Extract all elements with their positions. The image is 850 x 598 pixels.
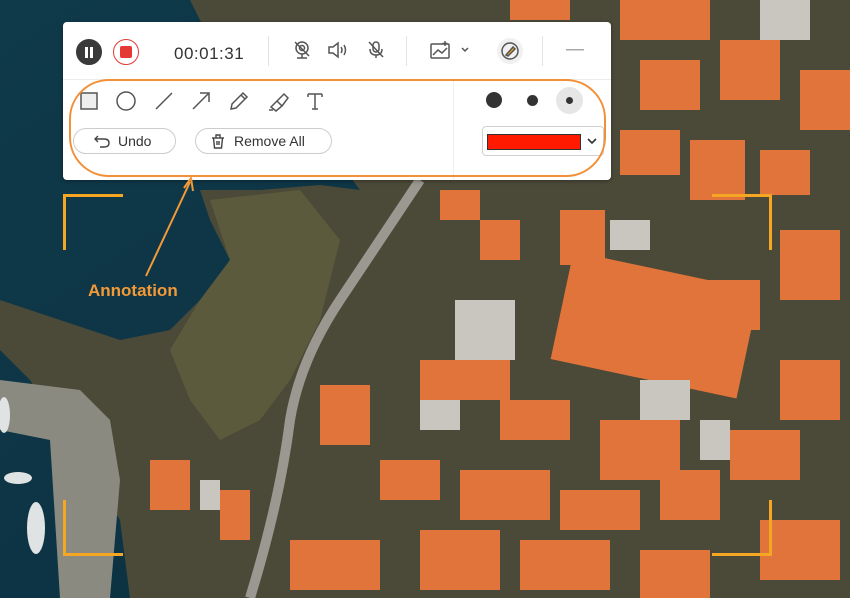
speaker-icon <box>328 41 347 59</box>
annotation-highlight-ring <box>69 79 606 177</box>
minimize-button[interactable] <box>563 39 587 61</box>
divider <box>542 36 543 66</box>
stop-button[interactable] <box>113 39 139 65</box>
capture-region-corner-top-left[interactable] <box>63 194 123 250</box>
speaker-toggle[interactable] <box>327 39 349 61</box>
pause-button[interactable] <box>76 39 102 65</box>
screenshot-button[interactable] <box>430 39 472 61</box>
capture-region-corner-top-right[interactable] <box>712 194 772 250</box>
annotate-icon <box>501 42 519 60</box>
stop-icon <box>120 46 132 58</box>
webcam-toggle[interactable] <box>291 39 313 61</box>
annotate-button[interactable] <box>497 38 523 64</box>
recording-timer: 00:01:31 <box>174 44 245 63</box>
divider <box>406 36 407 66</box>
capture-region-corner-bottom-right[interactable] <box>712 500 772 556</box>
divider <box>268 36 269 66</box>
annotation-callout-label: Annotation <box>88 281 178 300</box>
capture-region-corner-bottom-left[interactable] <box>63 500 123 556</box>
screenshot-icon <box>430 41 469 59</box>
webcam-icon <box>294 41 310 59</box>
microphone-muted-icon <box>368 41 384 58</box>
recording-controls-row: 00:01:31 <box>63 22 611 80</box>
minimize-icon <box>566 49 584 51</box>
pause-icon <box>85 46 93 58</box>
microphone-toggle[interactable] <box>365 39 387 61</box>
